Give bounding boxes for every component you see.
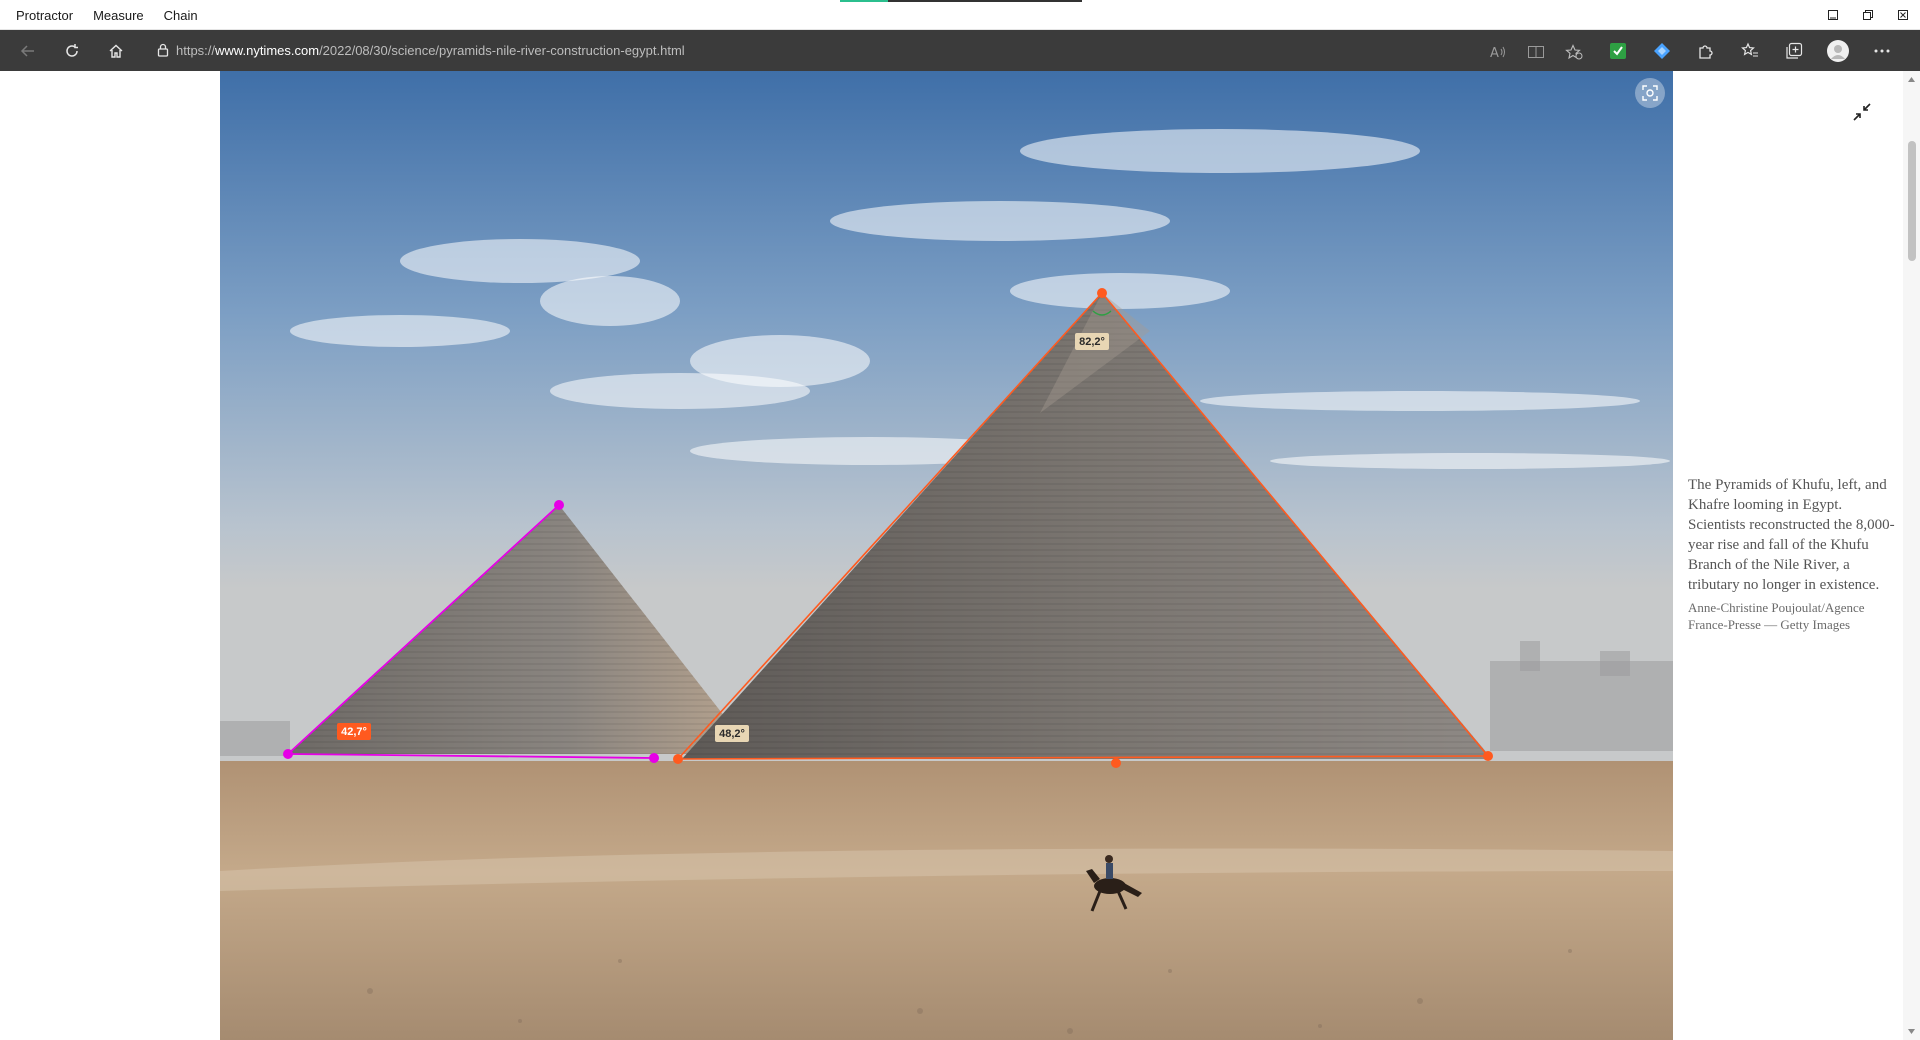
close-icon xyxy=(1897,10,1908,20)
scroll-up-icon[interactable] xyxy=(1907,75,1916,84)
tab-indicator xyxy=(888,0,1082,2)
profile-button[interactable] xyxy=(1820,35,1856,67)
menu-chain[interactable]: Chain xyxy=(156,4,206,27)
base-angle-value: 48,2° xyxy=(719,727,745,740)
visual-search-icon xyxy=(1642,85,1658,101)
read-aloud-icon: A xyxy=(1490,46,1505,60)
favorites-button[interactable] xyxy=(1732,35,1768,67)
immersive-reader-icon xyxy=(1528,46,1544,58)
svg-text:A: A xyxy=(1490,46,1499,60)
url-text[interactable]: https://www.nytimes.com/2022/08/30/scien… xyxy=(176,43,685,58)
apex-angle-badge[interactable]: 82,2° xyxy=(1075,333,1109,350)
base-angle-badge[interactable]: 48,2° xyxy=(715,725,749,742)
back-button[interactable] xyxy=(6,30,50,71)
caption-text: The Pyramids of Khufu, left, and Khafre … xyxy=(1688,477,1895,593)
restore-icon xyxy=(1862,10,1873,20)
extension-check-button[interactable] xyxy=(1600,35,1636,67)
apex-angle-value: 82,2° xyxy=(1079,335,1105,348)
vertical-scrollbar[interactable] xyxy=(1903,71,1920,1040)
close-button[interactable] xyxy=(1885,0,1920,30)
url-domain: www.nytimes.com xyxy=(215,42,320,58)
app-menu: Protractor Measure Chain xyxy=(8,0,206,30)
favorites-icon xyxy=(1741,42,1758,56)
browser-tools xyxy=(1600,30,1900,71)
window-controls xyxy=(1815,0,1920,30)
check-extension-icon xyxy=(1610,42,1626,59)
left-angle-value: 42,7° xyxy=(341,725,367,738)
url-scheme: https:// xyxy=(176,42,216,58)
collections-icon xyxy=(1786,42,1803,59)
pyramids-photo: 42,7° 82,2° 48,2° xyxy=(220,71,1673,1040)
star-add-icon xyxy=(1565,44,1583,60)
address-bar[interactable]: https://www.nytimes.com/2022/08/30/scien… xyxy=(150,36,1590,64)
settings-more-button[interactable] xyxy=(1864,35,1900,67)
more-dots-icon xyxy=(1874,49,1890,52)
home-button[interactable] xyxy=(94,30,138,71)
restore-button[interactable] xyxy=(1850,0,1885,30)
diamond-extension-icon xyxy=(1654,42,1670,59)
extensions-button[interactable] xyxy=(1688,35,1724,67)
photo-caption: The Pyramids of Khufu, left, and Khafre … xyxy=(1688,475,1896,633)
home-icon xyxy=(109,44,123,58)
refresh-icon xyxy=(66,43,78,57)
scroll-thumb[interactable] xyxy=(1908,141,1916,261)
collections-button[interactable] xyxy=(1776,35,1812,67)
collapse-arrows-icon xyxy=(1853,103,1871,121)
minimize-button[interactable] xyxy=(1815,0,1850,30)
scroll-down-icon[interactable] xyxy=(1907,1027,1916,1036)
app-menu-bar: Protractor Measure Chain xyxy=(0,0,1920,30)
refresh-button[interactable] xyxy=(50,30,94,71)
lock-icon[interactable] xyxy=(150,43,176,57)
extension-diamond-button[interactable] xyxy=(1644,35,1680,67)
left-angle-badge[interactable]: 42,7° xyxy=(337,723,371,740)
immersive-reader-button[interactable] xyxy=(1518,36,1554,68)
tab-accent xyxy=(840,0,888,2)
minimize-icon xyxy=(1827,10,1838,20)
visual-search-button[interactable] xyxy=(1635,78,1665,108)
exit-fullscreen-button[interactable] xyxy=(1848,98,1876,126)
puzzle-icon xyxy=(1699,44,1713,59)
menu-protractor[interactable]: Protractor xyxy=(8,4,81,27)
read-aloud-button[interactable]: A xyxy=(1480,36,1516,68)
add-favorite-button[interactable] xyxy=(1556,36,1592,68)
pyramids-photo-image xyxy=(220,71,1673,1040)
back-arrow-icon xyxy=(20,44,34,57)
photo-credit: Anne-Christine Poujoulat/Agence France-P… xyxy=(1688,600,1865,632)
menu-measure[interactable]: Measure xyxy=(85,4,152,27)
url-path: /2022/08/30/science/pyramids-nile-river-… xyxy=(319,42,685,58)
address-bar-actions: A xyxy=(1480,36,1592,68)
avatar xyxy=(1827,39,1849,62)
page-content: 42,7° 82,2° 48,2° The Pyramids of Khufu,… xyxy=(0,71,1920,1040)
